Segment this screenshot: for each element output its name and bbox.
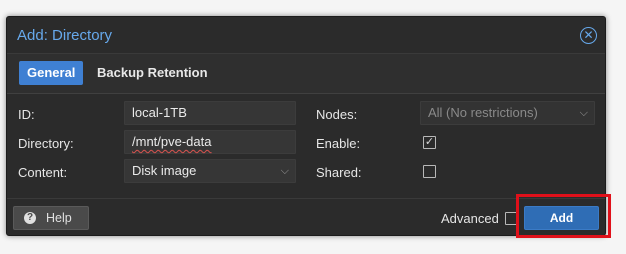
nodes-select[interactable]: All (No restrictions) ⌵: [420, 101, 595, 125]
question-icon: ?: [24, 212, 36, 224]
directory-value: /mnt/pve-data: [132, 134, 212, 149]
help-label: Help: [46, 211, 72, 225]
highlight-box: [516, 194, 611, 238]
tab-backup-retention[interactable]: Backup Retention: [89, 61, 216, 85]
advanced-label: Advanced: [441, 211, 499, 226]
tab-general[interactable]: General: [19, 61, 84, 85]
shared-label: Shared:: [316, 165, 362, 180]
enable-checkbox[interactable]: ✓: [423, 136, 436, 149]
tab-bar: General Backup Retention: [7, 54, 605, 94]
enable-label: Enable:: [316, 136, 361, 151]
help-button[interactable]: ? Help: [13, 206, 89, 230]
nodes-placeholder: All (No restrictions): [428, 105, 538, 120]
directory-label: Directory:: [18, 136, 74, 151]
id-label: ID:: [18, 107, 35, 122]
shared-checkbox[interactable]: [423, 165, 436, 178]
dialog-title: Add: Directory: [17, 27, 113, 44]
id-value: local-1TB: [132, 105, 187, 120]
content-label: Content:: [18, 165, 68, 180]
directory-input[interactable]: /mnt/pve-data: [124, 130, 296, 154]
chevron-down-icon: ⌵: [280, 165, 289, 177]
id-input[interactable]: local-1TB: [124, 101, 296, 125]
content-select[interactable]: Disk image ⌵: [124, 159, 296, 183]
chevron-down-icon: ⌵: [579, 107, 588, 119]
content-value: Disk image: [132, 163, 197, 178]
nodes-label: Nodes:: [316, 107, 358, 122]
dialog-titlebar: Add: Directory ✕: [7, 17, 605, 54]
close-icon[interactable]: ✕: [580, 27, 597, 44]
